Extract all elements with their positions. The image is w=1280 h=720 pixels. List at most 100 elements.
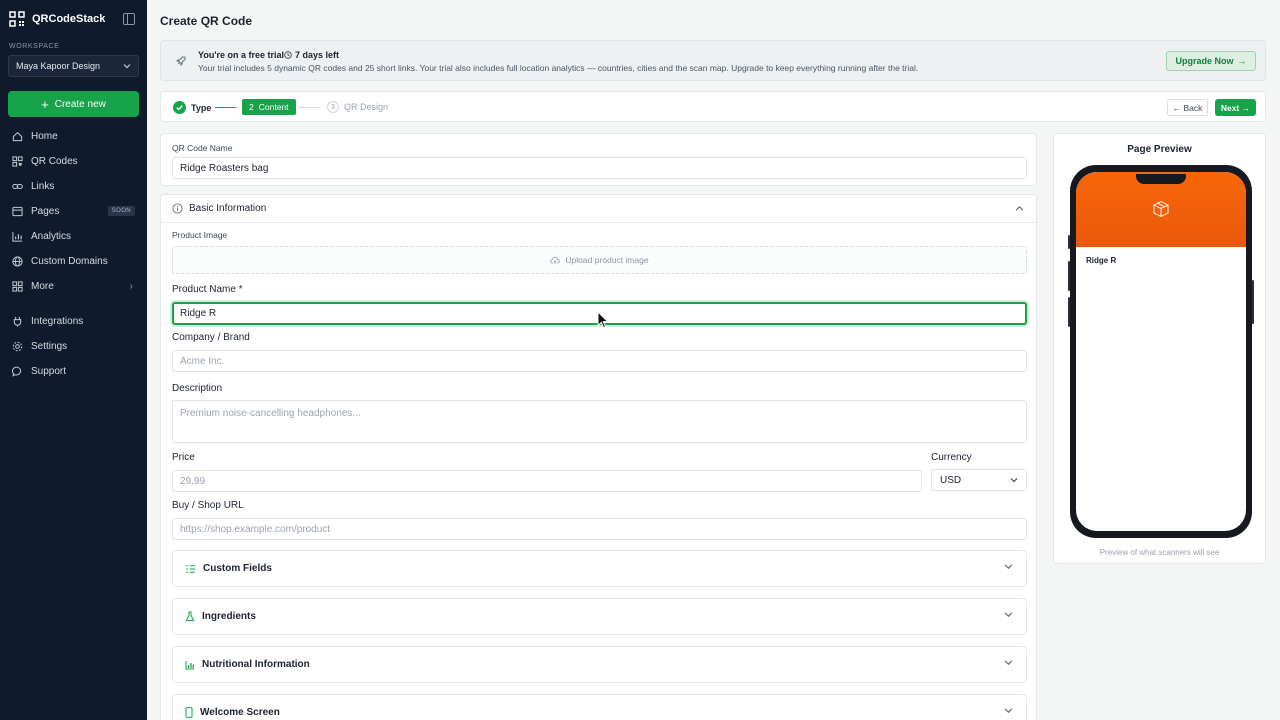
info-icon	[172, 203, 183, 214]
page-title: Create QR Code	[160, 14, 253, 28]
sidebar-item-more[interactable]: More ›	[8, 276, 139, 296]
upload-cloud-icon	[550, 256, 560, 264]
upgrade-label: Upgrade Now	[1175, 56, 1234, 66]
qr-logo-icon	[9, 11, 25, 27]
create-new-button[interactable]: + Create new	[8, 91, 139, 117]
product-image-label: Product Image	[172, 230, 228, 240]
company-label: Company / Brand	[172, 332, 250, 343]
workspace-select[interactable]: Maya Kapoor Design	[8, 55, 139, 77]
link-icon	[12, 183, 23, 189]
rocket-icon	[175, 56, 186, 67]
clock-icon	[284, 51, 292, 59]
back-button[interactable]: ← Back	[1167, 99, 1208, 116]
brand-name: QRCodeStack	[32, 13, 106, 25]
section-welcome-screen[interactable]: Welcome Screen	[172, 694, 1027, 720]
price-input[interactable]: 29.99	[172, 470, 922, 492]
phone-side-button	[1068, 235, 1070, 249]
step-connector	[299, 107, 321, 108]
qr-name-input[interactable]: Ridge Roasters bag	[172, 157, 1027, 179]
step-type[interactable]: Type	[173, 101, 211, 114]
bar-chart-icon	[185, 660, 194, 669]
section-title: Ingredients	[202, 611, 256, 622]
section-title: Custom Fields	[203, 563, 272, 574]
sidebar-item-label: More	[31, 280, 54, 292]
preview-product-name: Ridge R	[1086, 256, 1117, 265]
sidebar-item-support[interactable]: Support	[8, 361, 139, 381]
step-qr-design[interactable]: 3 QR Design	[327, 101, 388, 113]
create-new-label: Create new	[54, 98, 106, 110]
qr-name-card: QR Code Name Ridge Roasters bag	[160, 133, 1037, 186]
chevron-down-icon	[123, 64, 131, 69]
arrow-right-icon: →	[1237, 56, 1247, 66]
plus-icon: +	[41, 96, 49, 112]
grid-icon	[12, 280, 23, 292]
globe-icon	[12, 255, 23, 267]
next-button[interactable]: Next →	[1215, 99, 1256, 116]
arrow-right-icon: →	[1239, 102, 1251, 113]
upload-product-image[interactable]: Upload product image	[172, 246, 1027, 274]
sidebar-item-settings[interactable]: Settings	[8, 336, 139, 356]
check-circle-icon	[173, 101, 186, 114]
next-label: Next	[1220, 102, 1240, 113]
sidebar-item-pages[interactable]: Pages SOON	[8, 201, 139, 221]
back-label: Back	[1183, 102, 1203, 113]
trial-description: Your trial includes 5 dynamic QR codes a…	[198, 63, 919, 73]
sidebar-item-integrations[interactable]: Integrations	[8, 311, 139, 331]
shop-url-input[interactable]: https://shop.example.com/product	[172, 518, 1027, 540]
workspace-label: WORKSPACE	[9, 43, 60, 50]
sidebar-item-label: Home	[31, 130, 58, 142]
sidebar-item-home[interactable]: Home	[8, 126, 139, 146]
upload-label: Upload product image	[565, 255, 649, 265]
step-content-label: Content	[258, 102, 289, 112]
section-nutritional-information[interactable]: Nutritional Information	[172, 646, 1027, 683]
step-number: 2	[249, 102, 254, 112]
section-custom-fields[interactable]: Custom Fields	[172, 550, 1027, 587]
soon-badge: SOON	[107, 206, 135, 216]
description-textarea[interactable]: Premium noise-cancelling headphones...	[172, 400, 1027, 443]
sidebar-item-links[interactable]: Links	[8, 176, 139, 196]
sidebar: QRCodeStack WORKSPACE Maya Kapoor Design…	[0, 0, 147, 720]
basic-information-header[interactable]: Basic Information	[161, 195, 1036, 223]
section-title: Nutritional Information	[202, 659, 310, 670]
currency-label: Currency	[931, 452, 972, 463]
trial-banner: You're on a free trial 7 days left Your …	[160, 40, 1266, 81]
company-input[interactable]: Acme Inc.	[172, 350, 1027, 372]
sidebar-item-label: QR Codes	[31, 155, 78, 167]
currency-value: USD	[940, 474, 962, 486]
sidebar-item-label: Custom Domains	[31, 255, 108, 267]
flask-icon	[185, 611, 195, 622]
chevron-down-icon	[1004, 660, 1013, 666]
page-preview-card: Page Preview Ridge R Preview of what sca…	[1053, 133, 1266, 564]
gear-icon	[12, 341, 23, 351]
step-content[interactable]: 2 Content	[242, 99, 296, 115]
brand[interactable]: QRCodeStack	[9, 11, 105, 27]
sidebar-item-label: Links	[31, 180, 55, 192]
sidebar-item-custom-domains[interactable]: Custom Domains	[8, 251, 139, 271]
list-icon	[185, 564, 196, 573]
basic-information-card: Basic Information Product Image Upload p…	[160, 194, 1037, 720]
trial-days-left: 7 days left	[284, 50, 339, 60]
section-title: Welcome Screen	[200, 707, 280, 718]
chevron-right-icon: ›	[129, 280, 133, 292]
sidebar-item-label: Analytics	[31, 230, 72, 242]
sidebar-item-analytics[interactable]: Analytics	[8, 226, 139, 246]
section-ingredients[interactable]: Ingredients	[172, 598, 1027, 635]
step-number: 3	[327, 101, 339, 113]
chevron-down-icon	[1004, 612, 1013, 618]
collapse-sidebar-icon[interactable]	[123, 13, 135, 25]
phone-side-button	[1068, 297, 1070, 327]
price-label: Price	[172, 452, 195, 463]
mouse-cursor-icon	[597, 311, 609, 329]
chevron-down-icon	[1004, 564, 1013, 570]
workspace-value: Maya Kapoor Design	[16, 61, 101, 71]
chevron-up-icon	[1015, 205, 1024, 211]
product-name-label: Product Name *	[172, 284, 243, 295]
box-icon	[1153, 200, 1169, 218]
step-connector	[215, 107, 236, 108]
upgrade-now-button[interactable]: Upgrade Now →	[1166, 51, 1256, 71]
sidebar-item-qr-codes[interactable]: QR Codes	[8, 151, 139, 171]
currency-select[interactable]: USD	[931, 469, 1027, 491]
sidebar-item-label: Settings	[31, 340, 68, 352]
sidebar-item-label: Integrations	[31, 315, 84, 327]
qr-name-label: QR Code Name	[172, 143, 233, 153]
